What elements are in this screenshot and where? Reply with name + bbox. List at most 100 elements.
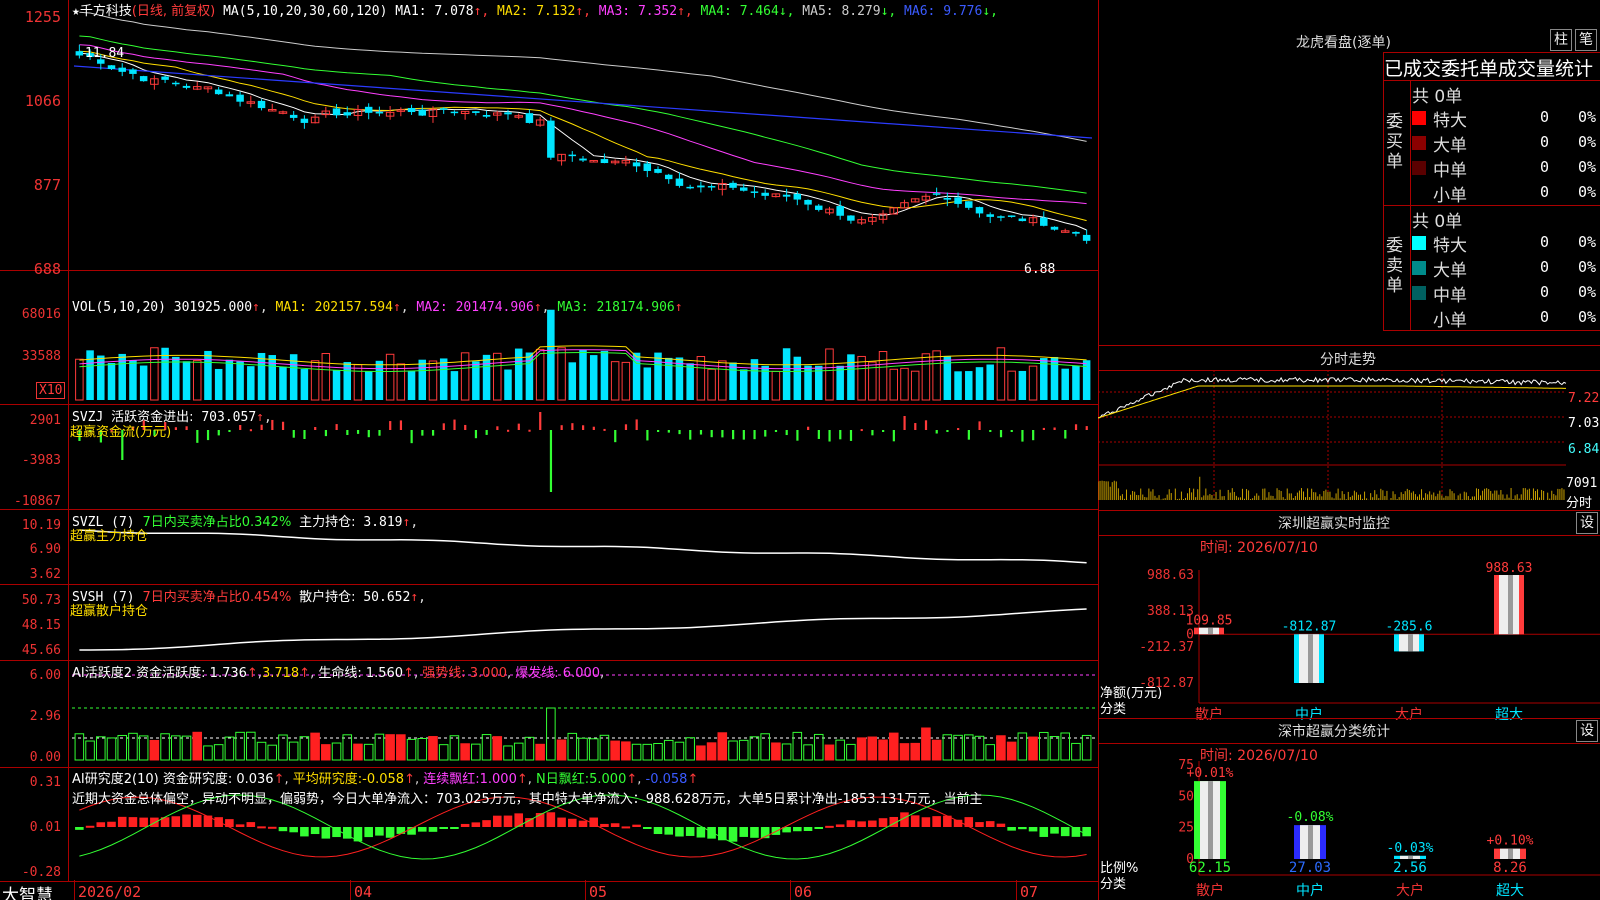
activity-bar <box>342 734 353 761</box>
volume-bar <box>268 355 276 400</box>
activity-bar <box>460 743 470 761</box>
sell-row-pct: 0% <box>1578 258 1597 276</box>
volume-bar <box>332 369 341 400</box>
candle <box>664 174 673 180</box>
stock-name[interactable]: 千方科技 <box>80 4 132 19</box>
svzj-tick: -10867 <box>14 494 61 509</box>
intraday-avg-line <box>1098 385 1566 419</box>
activity-bar <box>996 735 1006 761</box>
fund-flow-bar <box>1053 427 1056 430</box>
volume-bar <box>664 357 673 400</box>
classify-value-label: 8.26 <box>1493 860 1527 876</box>
fund-flow-bar <box>571 423 574 430</box>
svzj-sub: 超赢资金流(万元) <box>70 425 172 440</box>
ai-active-tick: 6.00 <box>29 668 61 683</box>
fund-flow-bar <box>871 430 874 436</box>
buy-row-count: 0 <box>1540 108 1550 126</box>
buy-color-swatch <box>1412 186 1426 200</box>
candle <box>654 169 662 173</box>
volume-bar <box>568 362 577 400</box>
monitor-chart[interactable]: 988.63388.130-212.37-812.87109.85散户-812.… <box>1098 535 1600 720</box>
monitor-settings-button[interactable]: 设 <box>1576 512 1598 534</box>
fund-flow-bar <box>753 430 756 440</box>
activity-bar <box>610 740 620 761</box>
activity-bar <box>899 743 910 761</box>
kline-tick: 688 <box>33 260 61 278</box>
volume-bar <box>514 348 523 400</box>
candle <box>525 113 534 123</box>
activity-bar <box>985 744 995 761</box>
monitor-bar-shade <box>1508 575 1513 635</box>
research-bar <box>825 825 834 828</box>
research-bar <box>857 821 866 827</box>
intraday-tick: 7.03 <box>1568 416 1600 431</box>
sell-row-count: 0 <box>1540 233 1550 251</box>
activity-bar <box>696 745 706 761</box>
tick-mode-button[interactable]: 笔 <box>1575 29 1597 51</box>
research-bar <box>653 827 663 835</box>
activity-bar <box>738 739 749 761</box>
activity-bar <box>878 739 888 761</box>
fund-flow-bar <box>710 430 713 438</box>
intraday-tick: 7.22 <box>1568 391 1600 406</box>
bar-mode-button[interactable]: 柱 <box>1550 29 1572 51</box>
main-chart-area[interactable] <box>0 0 1100 900</box>
volume-bar <box>385 353 395 401</box>
vol-title: VOL(5,10,20) <box>72 300 166 315</box>
fund-flow-bar <box>978 421 981 430</box>
candle <box>739 187 748 191</box>
ai-research-l3: 连续飘红: <box>423 772 480 787</box>
research-bar <box>75 827 84 830</box>
volume-bar <box>857 355 866 401</box>
kline-mode[interactable]: (日线, 前复权) <box>132 4 215 19</box>
fund-flow-bar <box>335 424 338 430</box>
ai-commentary: 近期大资金总体偏空，异动不明显，偏弱势，今日大单净流入：703.025万元，其中… <box>72 792 983 807</box>
fund-flow-bar <box>657 430 660 432</box>
activity-bar <box>246 731 256 761</box>
activity-bar <box>749 736 760 761</box>
monitor-y-tick: -212.37 <box>1139 640 1194 655</box>
activity-bar <box>642 743 653 761</box>
candle <box>932 193 941 195</box>
research-bar <box>1060 827 1070 837</box>
candle <box>782 194 791 197</box>
sell-total: 共 0单 <box>1412 212 1463 232</box>
fund-flow-bar <box>935 430 938 434</box>
classify-chart[interactable]: 7550250+0.01%62.15散户-0.08%27.03中户-0.03%2… <box>1098 743 1600 900</box>
intraday-chart[interactable] <box>1098 370 1600 510</box>
activity-bar <box>235 731 245 761</box>
volume-bar <box>1072 365 1080 400</box>
classify-change-label: -0.03% <box>1387 841 1434 856</box>
ai-research-tick: 0.01 <box>29 820 61 835</box>
activity-bar <box>910 742 920 761</box>
research-bar <box>1028 827 1038 832</box>
fund-flow-bar <box>1085 426 1088 430</box>
fund-flow-bar <box>967 430 970 440</box>
research-bar <box>1039 827 1049 837</box>
monitor-bar <box>1394 634 1424 652</box>
sell-row-pct: 0% <box>1578 233 1597 251</box>
candle <box>804 199 812 205</box>
fund-flow-bar <box>1042 427 1045 430</box>
ma3-value: MA3: 7.352 <box>590 4 678 19</box>
activity-bar <box>942 734 953 761</box>
activity-bar <box>503 745 513 761</box>
candle <box>643 163 652 171</box>
fund-flow-bar <box>839 430 842 440</box>
fund-flow-bar <box>431 430 435 436</box>
intraday-tick: 6.84 <box>1568 442 1600 457</box>
volume-bar <box>129 360 137 400</box>
vol-unit-badge[interactable]: X10 <box>36 382 66 399</box>
sell-row-pct: 0% <box>1578 308 1597 326</box>
dragon-title: 龙虎看盘(逐单) <box>1296 35 1391 51</box>
activity-bar <box>867 736 878 761</box>
volume-bar <box>225 359 234 400</box>
research-bar <box>932 816 941 827</box>
classify-settings-button[interactable]: 设 <box>1576 720 1598 742</box>
monitor-bar-shade <box>1408 634 1413 652</box>
volume-bar <box>504 369 512 400</box>
activity-bar <box>149 739 160 761</box>
svzj-tick: 2901 <box>29 413 61 428</box>
volume-bar <box>407 370 416 400</box>
candle <box>986 214 994 217</box>
